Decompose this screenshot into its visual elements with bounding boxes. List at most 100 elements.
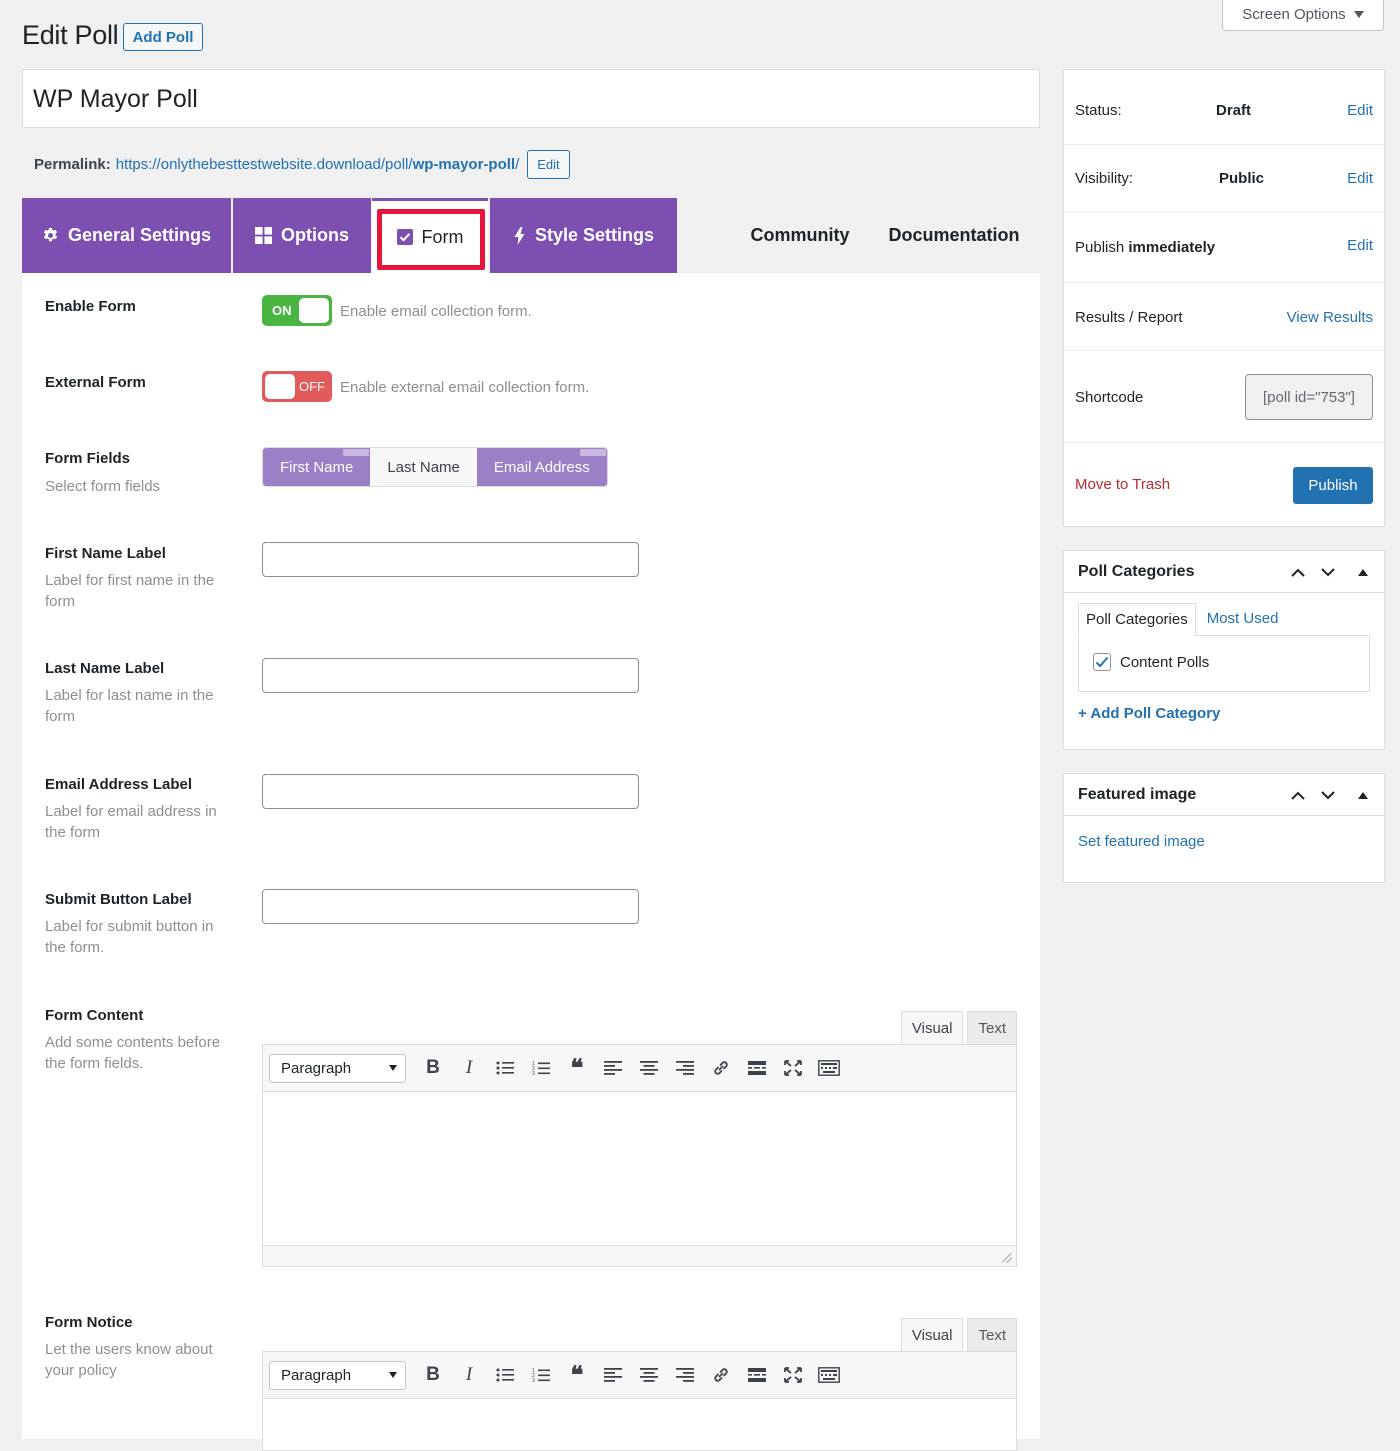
category-item-content-polls[interactable]: Content Polls [1093,653,1209,671]
chevron-up-icon[interactable] [1286,783,1310,807]
align-right-icon[interactable] [667,1053,703,1083]
tab-general-settings[interactable]: General Settings [22,198,231,273]
fullscreen-icon[interactable] [775,1360,811,1390]
tab-community[interactable]: Community [740,198,860,273]
publish-schedule-label: Publish immediately [1075,239,1215,256]
link-icon[interactable] [703,1360,739,1390]
poll-title-input[interactable]: WP Mayor Poll [22,69,1040,128]
chevron-down-icon[interactable] [1316,783,1340,807]
align-center-icon[interactable] [631,1360,667,1390]
gear-icon [43,227,58,242]
align-center-icon[interactable] [631,1053,667,1083]
toolbar-toggle-icon[interactable] [811,1053,847,1083]
editor-mode-tabs: Visual Text [900,1318,1017,1352]
submit-label-input[interactable] [262,889,639,924]
chevron-up-icon[interactable] [1286,560,1310,584]
tab-options[interactable]: Options [233,198,371,273]
form-notice-label: Form Notice [45,1314,133,1331]
read-more-icon[interactable] [739,1053,775,1083]
blockquote-icon[interactable]: ❝ [559,1360,595,1390]
shortcode-row: Shortcode [poll id="753"] [1064,351,1384,443]
tab-style-settings[interactable]: Style Settings [490,198,677,273]
permalink-label: Permalink: [34,156,111,173]
results-row: Results / Report View Results [1064,283,1384,351]
lightning-icon [514,226,525,245]
collapse-toggle-icon[interactable] [1351,783,1375,807]
visibility-edit-link[interactable]: Edit [1347,170,1373,187]
fullscreen-icon[interactable] [775,1053,811,1083]
add-poll-category-link[interactable]: + Add Poll Category [1078,705,1220,722]
toolbar-toggle-icon[interactable] [811,1360,847,1390]
bullet-list-icon[interactable] [487,1053,523,1083]
chevron-down-icon[interactable] [1316,560,1340,584]
set-featured-image-link[interactable]: Set featured image [1078,833,1205,850]
tab-style-label: Style Settings [534,225,655,245]
caret-down-icon [1353,10,1364,18]
move-to-trash-link[interactable]: Move to Trash [1075,476,1170,493]
permalink-edit-button[interactable]: Edit [527,150,570,179]
first-name-label-input[interactable] [262,542,639,577]
editor-content-area[interactable] [263,1092,1016,1245]
status-edit-link[interactable]: Edit [1347,102,1373,119]
align-left-icon[interactable] [595,1053,631,1083]
format-select[interactable]: Paragraph [269,1360,406,1390]
blockquote-icon[interactable]: ❝ [559,1053,595,1083]
add-poll-button[interactable]: Add Poll [123,23,203,51]
tab-most-used[interactable]: Most Used [1196,603,1290,636]
screen-options-button[interactable]: Screen Options [1222,0,1384,31]
editor-content-area[interactable] [263,1399,1016,1449]
editor-toolbar: Paragraph B I 123 ❝ [263,1045,1016,1092]
permalink-trailing: / [515,156,520,173]
resize-handle-icon[interactable] [1002,1253,1012,1263]
editor-tab-text[interactable]: Text [967,1318,1017,1352]
external-form-toggle[interactable]: OFF [262,371,332,402]
visibility-label: Visibility: [1075,170,1134,187]
tab-form[interactable]: Form [372,198,488,273]
enable-form-toggle[interactable]: ON [262,295,332,326]
checkbox[interactable] [1093,653,1111,671]
bold-icon[interactable]: B [415,1360,451,1390]
editor-tab-visual[interactable]: Visual [900,1318,964,1352]
enable-form-label: Enable Form [45,298,136,315]
bold-icon[interactable]: B [415,1053,451,1083]
grid-icon [255,227,272,244]
shortcode-field[interactable]: [poll id="753"] [1245,374,1373,420]
permalink-base: https://onlythebesttestwebsite.download/… [115,156,413,173]
first-name-label-desc: Label for first name in the form [45,572,215,610]
field-pill-label: Last Name [387,458,460,476]
collapse-toggle-icon[interactable] [1351,560,1375,584]
numbered-list-icon[interactable]: 123 [523,1053,559,1083]
field-pill-first-name[interactable]: First Name [263,448,371,486]
last-name-label-desc: Label for last name in the form [45,687,214,725]
editor-tab-visual[interactable]: Visual [900,1011,964,1045]
email-label-input[interactable] [262,774,639,809]
view-results-link[interactable]: View Results [1287,309,1373,326]
last-name-label-input[interactable] [262,658,639,693]
format-select[interactable]: Paragraph [269,1053,406,1083]
form-notice-editor: Visual Text Paragraph B I 123 ❝ [262,1318,1017,1451]
tab-all-categories[interactable]: Poll Categories [1078,603,1196,636]
align-left-icon[interactable] [595,1360,631,1390]
tab-documentation[interactable]: Documentation [882,198,1026,273]
link-icon[interactable] [703,1053,739,1083]
align-right-icon[interactable] [667,1360,703,1390]
tab-general-label: General Settings [67,225,212,245]
read-more-icon[interactable] [739,1360,775,1390]
permalink-link[interactable]: https://onlythebesttestwebsite.download/… [116,156,520,173]
field-pill-email-address[interactable]: Email Address [476,448,607,486]
schedule-edit-link[interactable]: Edit [1347,237,1373,254]
italic-icon[interactable]: I [451,1360,487,1390]
submit-label-desc: Label for submit button in the form. [45,918,214,956]
page-title: Edit Poll [22,20,119,50]
form-notice-desc: Let the users know about your policy [45,1341,213,1379]
italic-icon[interactable]: I [451,1053,487,1083]
editor-tab-text[interactable]: Text [967,1011,1017,1045]
publish-word: Publish [1075,239,1125,256]
format-select-value: Paragraph [281,1366,352,1384]
numbered-list-icon[interactable]: 123 [523,1360,559,1390]
bullet-list-icon[interactable] [487,1360,523,1390]
field-pill-last-name[interactable]: Last Name [370,448,477,486]
form-content-editor: Visual Text Paragraph B I 123 ❝ [262,1011,1017,1267]
poll-categories-box: Poll Categories Poll Categories Most Use… [1063,550,1385,750]
publish-button[interactable]: Publish [1293,467,1373,504]
